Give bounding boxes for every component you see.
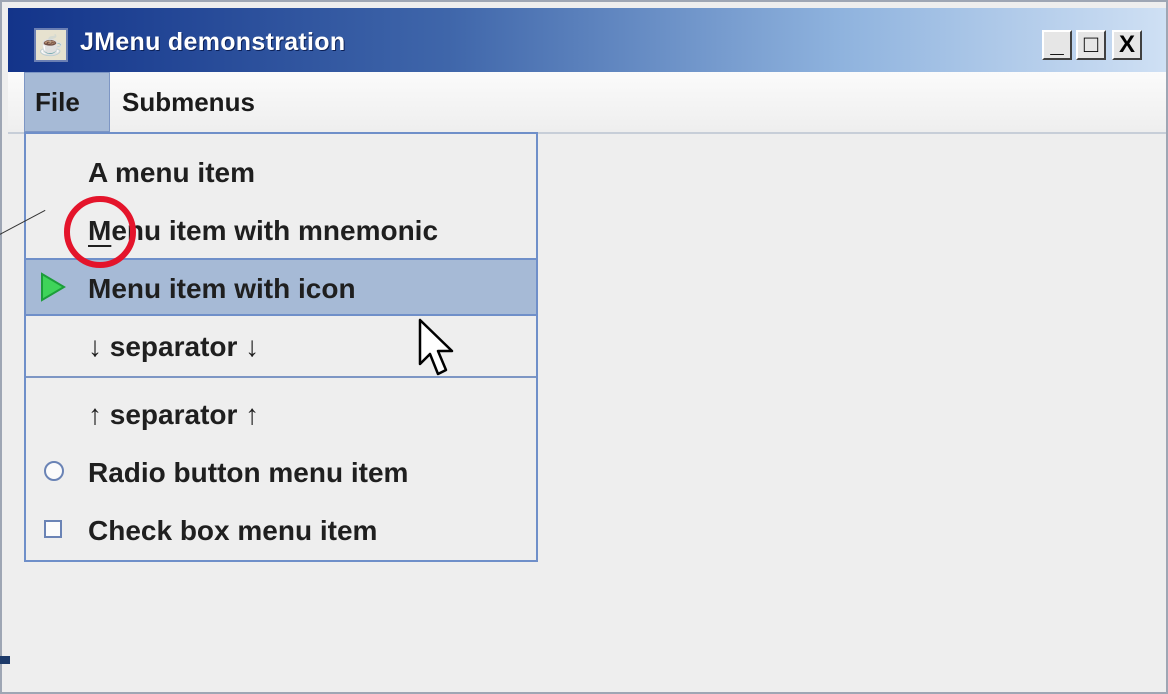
menu-item-label: ↓ separator ↓ [88, 331, 260, 362]
title-bar[interactable]: ☕ JMenu demonstration _ □ X [8, 8, 1166, 72]
menu-item-separator-below[interactable]: ↑ separator ↑ [26, 386, 536, 444]
java-app-icon[interactable]: ☕ [34, 28, 68, 62]
minimize-button[interactable]: _ [1042, 30, 1072, 60]
mouse-cursor-icon [418, 318, 454, 376]
menu-item-label-rest: enu item with mnemonic [111, 215, 439, 246]
menu-item-plain[interactable]: A menu item [26, 144, 536, 202]
menu-item-label: Menu item with mnemonic [88, 215, 438, 247]
menu-separator [26, 376, 536, 378]
menu-item-label: A menu item [88, 157, 255, 188]
maximize-icon: □ [1083, 31, 1099, 58]
menu-item-label: ↑ separator ↑ [88, 399, 260, 430]
menu-item-label: Menu item with icon [88, 273, 356, 304]
minimize-icon: _ [1050, 31, 1064, 58]
window-title: JMenu demonstration [80, 28, 346, 56]
menu-item-label: Radio button menu item [88, 457, 409, 488]
close-button[interactable]: X [1112, 30, 1142, 60]
menu-file[interactable]: File [24, 72, 110, 132]
menu-item-label: Check box menu item [88, 515, 378, 546]
radio-button-icon [44, 461, 64, 481]
radio-menu-item[interactable]: Radio button menu item [26, 444, 536, 502]
checkbox-menu-item[interactable]: Check box menu item [26, 502, 536, 560]
menu-submenus[interactable]: Submenus [112, 72, 280, 132]
close-icon: X [1118, 31, 1135, 58]
mnemonic-highlight-circle [64, 196, 136, 268]
checkbox-icon [44, 520, 62, 538]
maximize-button[interactable]: □ [1076, 30, 1106, 60]
menu-item-separator-above[interactable]: ↓ separator ↓ [26, 318, 536, 376]
edge-marker [0, 656, 10, 664]
play-icon [41, 272, 66, 302]
menu-bar: File Submenus [8, 72, 1166, 134]
